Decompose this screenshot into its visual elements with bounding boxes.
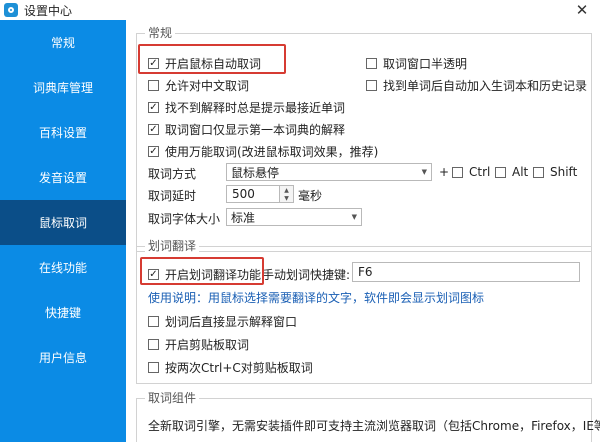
hint-nearest-label: 找不到解释时总是提示最接近单词 xyxy=(165,101,346,115)
universal-checkbox[interactable]: ✓ xyxy=(148,146,159,157)
title-bar: 设置中心 ✕ xyxy=(0,0,600,20)
sidebar-item-encyclopedia[interactable]: 百科设置 xyxy=(0,110,126,155)
ctrl-option[interactable]: Ctrl xyxy=(452,165,490,179)
shift-label: Shift xyxy=(550,165,578,179)
ctrl-checkbox[interactable] xyxy=(452,166,463,178)
method-label: 取词方式 xyxy=(148,167,197,181)
hint-nearest-checkbox[interactable]: ✓ xyxy=(148,102,159,113)
enable-capture-label: 开启鼠标自动取词 xyxy=(165,57,262,71)
auto-add-label: 找到单词后自动加入生词本和历史记录 xyxy=(383,79,588,93)
auto-add-option[interactable]: 找到单词后自动加入生词本和历史记录 xyxy=(366,77,587,94)
translate-enable-label: 开启划词翻译功能 xyxy=(165,268,262,282)
close-button[interactable]: ✕ xyxy=(568,0,596,20)
ctrl-c-option[interactable]: 按两次Ctrl+C对剪贴板取词 xyxy=(148,359,313,376)
translate-legend: 划词翻译 xyxy=(145,239,200,253)
alt-option[interactable]: Alt xyxy=(495,165,528,179)
show-direct-label: 划词后直接显示解释窗口 xyxy=(165,315,298,329)
show-direct-checkbox[interactable] xyxy=(148,316,159,327)
hint-nearest-option[interactable]: ✓ 找不到解释时总是提示最接近单词 xyxy=(148,99,345,116)
spin-up-icon[interactable]: ▲ xyxy=(280,186,293,194)
translate-enable-checkbox[interactable]: ✓ xyxy=(148,269,159,280)
sidebar-item-mouse-capture[interactable]: 鼠标取词 xyxy=(0,200,126,245)
sidebar-item-dictionary[interactable]: 词典库管理 xyxy=(0,65,126,110)
font-size-label: 取词字体大小 xyxy=(148,212,221,226)
component-text: 全新取词引擎，无需安装插件即可支持主流浏览器取词（包括Chrome，Firefo… xyxy=(148,419,600,433)
delay-label: 取词延时 xyxy=(148,189,197,203)
enable-capture-option[interactable]: ✓ 开启鼠标自动取词 xyxy=(148,55,261,72)
show-direct-option[interactable]: 划词后直接显示解释窗口 xyxy=(148,313,297,330)
method-select-value: 鼠标悬停 xyxy=(231,165,280,180)
enable-capture-checkbox[interactable]: ✓ xyxy=(148,58,159,69)
universal-label: 使用万能取词(改进鼠标取词效果，推荐) xyxy=(165,145,379,159)
shift-checkbox[interactable] xyxy=(533,166,544,178)
chevron-down-icon: ▼ xyxy=(351,213,357,221)
sidebar-item-online[interactable]: 在线功能 xyxy=(0,245,126,290)
sidebar: 常规 词典库管理 百科设置 发音设置 鼠标取词 在线功能 快捷键 用户信息 xyxy=(0,20,126,442)
clipboard-option[interactable]: 开启剪贴板取词 xyxy=(148,336,249,353)
ctrl-c-checkbox[interactable] xyxy=(148,362,159,373)
ctrl-c-label: 按两次Ctrl+C对剪贴板取词 xyxy=(165,361,313,375)
show-first-option[interactable]: ✓ 取词窗口仅显示第一本词典的解释 xyxy=(148,121,345,138)
font-size-select-value: 标准 xyxy=(231,210,256,225)
method-select[interactable]: 鼠标悬停 ▼ xyxy=(226,163,432,181)
clipboard-checkbox[interactable] xyxy=(148,339,159,350)
chevron-down-icon: ▼ xyxy=(421,168,427,176)
component-legend: 取词组件 xyxy=(145,391,200,405)
sidebar-item-pronunciation[interactable]: 发音设置 xyxy=(0,155,126,200)
sidebar-item-general[interactable]: 常规 xyxy=(0,20,126,65)
translate-enable-option[interactable]: ✓ 开启划词翻译功能 xyxy=(148,266,261,283)
allow-chinese-label: 允许对中文取词 xyxy=(165,79,250,93)
font-size-select[interactable]: 标准 ▼ xyxy=(226,208,362,226)
window-title: 设置中心 xyxy=(24,3,73,18)
shift-option[interactable]: Shift xyxy=(533,165,577,179)
alt-label: Alt xyxy=(512,165,529,179)
show-first-checkbox[interactable]: ✓ xyxy=(148,124,159,135)
sidebar-item-user-info[interactable]: 用户信息 xyxy=(0,335,126,380)
usage-text: 使用说明：用鼠标选择需要翻译的文字，软件即会显示划词图标 xyxy=(148,291,485,305)
ctrl-label: Ctrl xyxy=(469,165,491,179)
allow-chinese-option[interactable]: 允许对中文取词 xyxy=(148,77,249,94)
alt-checkbox[interactable] xyxy=(495,166,506,178)
app-logo-icon xyxy=(4,3,18,17)
universal-option[interactable]: ✓ 使用万能取词(改进鼠标取词效果，推荐) xyxy=(148,143,378,160)
delay-input[interactable] xyxy=(226,185,280,203)
general-legend: 常规 xyxy=(145,26,176,40)
spin-down-icon[interactable]: ▼ xyxy=(280,194,293,202)
hotkey-label: 手动划词快捷键: xyxy=(262,268,351,282)
show-first-label: 取词窗口仅显示第一本词典的解释 xyxy=(165,123,346,137)
plus-sign: + xyxy=(439,165,450,179)
sidebar-item-hotkeys[interactable]: 快捷键 xyxy=(0,290,126,335)
hotkey-input[interactable] xyxy=(352,262,580,282)
settings-content: 常规 ✓ 开启鼠标自动取词 取词窗口半透明 允许对中文取词 找到单词后自动加入生… xyxy=(126,20,600,442)
delay-unit: 毫秒 xyxy=(298,189,323,203)
auto-add-checkbox[interactable] xyxy=(366,80,377,91)
clipboard-label: 开启剪贴板取词 xyxy=(165,338,250,352)
translucent-option[interactable]: 取词窗口半透明 xyxy=(366,55,467,72)
allow-chinese-checkbox[interactable] xyxy=(148,80,159,91)
translucent-checkbox[interactable] xyxy=(366,58,377,69)
translucent-label: 取词窗口半透明 xyxy=(383,57,468,71)
delay-spinner[interactable]: ▲ ▼ xyxy=(280,185,294,203)
